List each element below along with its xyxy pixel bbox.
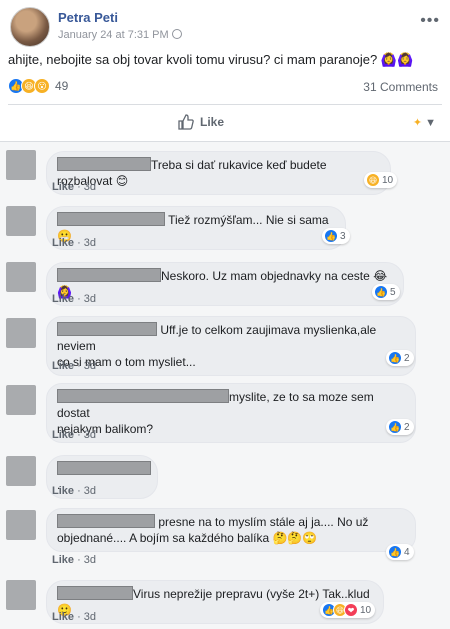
comment-meta: Like · 3d <box>52 611 97 623</box>
post-text: ahijte, nebojite sa obj tovar kvoli tomu… <box>8 52 414 67</box>
chevron-down-icon: ▼ <box>425 117 436 129</box>
comment-reactions[interactable]: 👍 4 <box>386 544 414 560</box>
redacted-name[interactable] <box>57 157 151 171</box>
comment-reaction-count: 3 <box>340 230 346 242</box>
commenter-avatar[interactable] <box>6 385 36 415</box>
post-date-text[interactable]: January 24 at 7:31 PM <box>58 29 169 41</box>
commenter-avatar[interactable] <box>6 150 36 180</box>
commenter-avatar[interactable] <box>6 580 36 610</box>
comment-reaction-count: 10 <box>360 604 372 616</box>
comment-time[interactable]: 3d <box>84 485 96 497</box>
like-icon: 👍 <box>374 285 388 299</box>
comment-meta: Like · 3d <box>52 554 97 566</box>
comment-time[interactable]: 3d <box>84 360 96 372</box>
reaction-count[interactable]: 49 <box>55 79 68 93</box>
redacted-name[interactable] <box>57 212 165 226</box>
comment-time[interactable]: 3d <box>84 293 96 305</box>
commenter-avatar[interactable] <box>6 510 36 540</box>
comment-meta: Like · 3d <box>52 360 97 372</box>
commenter-avatar[interactable] <box>6 262 36 292</box>
post-reactions[interactable]: 👍 😆 😮 49 <box>8 78 68 94</box>
comment-reactions[interactable]: 😆 10 <box>364 172 398 188</box>
like-label: Like <box>200 115 225 129</box>
comment-time[interactable]: 3d <box>84 611 96 623</box>
comment-like-link[interactable]: Like <box>52 293 74 305</box>
comments-count[interactable]: 31 Comments <box>363 80 438 94</box>
like-icon: 👍 <box>324 229 338 243</box>
comment-reaction-count: 10 <box>382 174 394 186</box>
more-options-icon[interactable]: ••• <box>420 12 440 30</box>
comment-bubble: myslite, ze to sa moze sem dostat nejaky… <box>46 383 416 443</box>
comment-reaction-count: 2 <box>404 352 410 364</box>
like-icon: 👍 <box>388 420 402 434</box>
comment-like-link[interactable]: Like <box>52 429 74 441</box>
comment-reactions[interactable]: 👍 5 <box>372 284 400 300</box>
commenter-avatar[interactable] <box>6 318 36 348</box>
post-date[interactable]: January 24 at 7:31 PM <box>58 29 182 41</box>
post-card: Petra Peti January 24 at 7:31 PM ••• ahi… <box>0 0 450 142</box>
author-avatar[interactable] <box>10 7 50 47</box>
comment-like-link[interactable]: Like <box>52 611 74 623</box>
commenter-avatar[interactable] <box>6 206 36 236</box>
redacted-name[interactable] <box>57 268 161 282</box>
comment-time[interactable]: 3d <box>84 181 96 193</box>
comment-time[interactable]: 3d <box>84 237 96 249</box>
divider <box>8 104 442 105</box>
comment-text-line2: objednané.... A bojím sa každého balíka … <box>57 531 318 545</box>
redacted-name[interactable] <box>57 586 133 600</box>
comment-like-link[interactable]: Like <box>52 360 74 372</box>
globe-icon <box>171 29 182 39</box>
wow-icon: 😮 <box>34 78 50 94</box>
comment-reactions[interactable]: 👍 2 <box>386 419 414 435</box>
redacted-name[interactable] <box>57 389 229 403</box>
comment-reactions[interactable]: 👍 3 <box>322 228 350 244</box>
redacted-name[interactable] <box>57 322 157 336</box>
commenter-avatar[interactable] <box>6 456 36 486</box>
comment-like-link[interactable]: Like <box>52 181 74 193</box>
reaction-picker[interactable]: ✦ ▼ <box>413 116 436 129</box>
comment-time[interactable]: 3d <box>84 429 96 441</box>
post-author[interactable]: Petra Peti <box>58 10 118 25</box>
redacted-name[interactable] <box>57 461 151 475</box>
comment-like-link[interactable]: Like <box>52 554 74 566</box>
comment-like-link[interactable]: Like <box>52 485 74 497</box>
comment-like-link[interactable]: Like <box>52 237 74 249</box>
comment-meta: Like · 3d <box>52 181 97 193</box>
comment-reactions[interactable]: 👍 2 <box>386 350 414 366</box>
like-icon: 👍 <box>388 351 402 365</box>
haha-icon: 😆 <box>366 173 380 187</box>
love-icon: ❤ <box>344 603 358 617</box>
comment-bubble: presne na to myslím stále aj ja.... No u… <box>46 508 416 552</box>
reaction-mini-icon: ✦ <box>412 117 423 129</box>
comment-meta: Like · 3d <box>52 429 97 441</box>
comment-bubble: Treba si dať rukavice keď budete rozbalo… <box>46 151 391 195</box>
thumbs-up-icon <box>178 114 194 130</box>
comments-section: Treba si dať rukavice keď budete rozbalo… <box>0 142 450 629</box>
comment-time[interactable]: 3d <box>84 554 96 566</box>
comment-reactions[interactable]: 👍 😆 ❤ 10 <box>320 602 376 618</box>
comment-bubble: Neskoro. Uz mam objednavky na ceste 😂🙆‍♀… <box>46 262 404 306</box>
like-button[interactable]: Like <box>178 114 224 130</box>
comment-meta: Like · 3d <box>52 485 97 497</box>
comment-reaction-count: 4 <box>404 546 410 558</box>
comment-bubble: Uff.je to celkom zaujimava myslienka,ale… <box>46 316 416 376</box>
comment-text: presne na to myslím stále aj ja.... No u… <box>158 515 369 529</box>
comment-meta: Like · 3d <box>52 293 97 305</box>
redacted-name[interactable] <box>57 514 155 528</box>
comment-reaction-count: 2 <box>404 421 410 433</box>
comment-reaction-count: 5 <box>390 286 396 298</box>
comment-meta: Like · 3d <box>52 237 97 249</box>
like-icon: 👍 <box>388 545 402 559</box>
